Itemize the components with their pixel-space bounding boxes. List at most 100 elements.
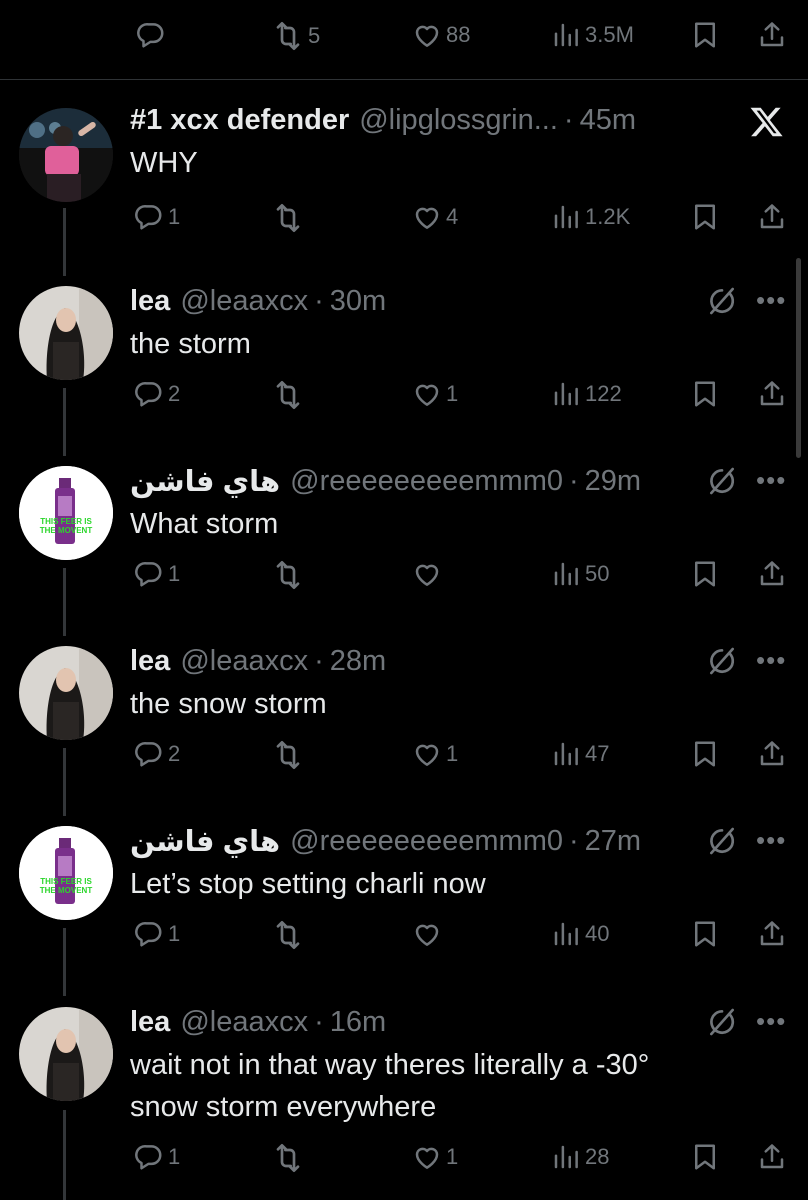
like-button[interactable]: 1 (412, 739, 458, 769)
display-name[interactable]: lea (130, 645, 170, 678)
views-button[interactable]: 50 (551, 559, 609, 589)
avatar[interactable] (19, 646, 113, 740)
timestamp[interactable]: 45m (580, 104, 636, 137)
like-count: 1 (446, 1144, 459, 1169)
views-button[interactable]: 3.5M (551, 20, 634, 50)
avatar[interactable] (19, 108, 113, 202)
more-options-button[interactable]: ••• (756, 465, 786, 496)
share-button[interactable] (757, 20, 787, 50)
views-count: 50 (585, 561, 610, 586)
bookmark-button[interactable] (690, 379, 720, 409)
retweet-button[interactable] (272, 739, 304, 771)
handle[interactable]: @lipglossgrin... (359, 104, 558, 137)
views-button[interactable]: 122 (551, 379, 622, 409)
more-options-button[interactable]: ••• (756, 645, 786, 676)
reply-button[interactable] (136, 20, 166, 50)
grok-icon[interactable] (706, 465, 738, 497)
tweet-header: هاي فاشن @reeeeeeeeemmm0 · 27m (130, 821, 641, 861)
x-logo-icon (749, 104, 785, 140)
tweet[interactable]: lea @leaaxcx · 16m wait not in that way … (0, 1002, 808, 1200)
views-count: 122 (585, 381, 622, 406)
bookmark-button[interactable] (690, 1142, 720, 1172)
tweet[interactable]: THIS FEER IS THE MOVENT هاي فاشن @reeeee… (0, 461, 808, 611)
tweet[interactable]: lea @leaaxcx · 30m the storm ••• 2 1 122 (0, 281, 808, 431)
handle[interactable]: @leaaxcx (180, 1006, 308, 1039)
timestamp[interactable]: 29m (585, 465, 641, 498)
tweet[interactable]: lea @leaaxcx · 28m the snow storm ••• 2 … (0, 641, 808, 791)
bookmark-button[interactable] (690, 20, 720, 50)
display-name[interactable]: هاي فاشن (130, 464, 280, 499)
share-icon (757, 20, 787, 50)
bookmark-button[interactable] (690, 202, 720, 232)
views-count: 40 (585, 921, 610, 946)
views-button[interactable]: 47 (551, 739, 609, 769)
share-button[interactable] (757, 379, 787, 409)
handle[interactable]: @reeeeeeeeemmm0 (290, 465, 563, 498)
more-options-button[interactable]: ••• (756, 1006, 786, 1037)
like-button[interactable]: 88 (412, 20, 470, 50)
grok-icon[interactable] (706, 825, 738, 857)
reply-button[interactable]: 2 (134, 379, 180, 409)
separator-dot: · (314, 284, 324, 317)
like-count: 1 (446, 381, 459, 406)
handle[interactable]: @reeeeeeeeemmm0 (290, 825, 563, 858)
retweet-button[interactable]: 5 (272, 20, 320, 52)
like-button[interactable] (412, 559, 442, 589)
display-name[interactable]: lea (130, 285, 170, 318)
bookmark-button[interactable] (690, 739, 720, 769)
reply-button[interactable]: 1 (134, 559, 180, 589)
more-options-button[interactable]: ••• (756, 825, 786, 856)
like-button[interactable]: 4 (412, 202, 458, 232)
bookmark-button[interactable] (690, 559, 720, 589)
retweet-button[interactable] (272, 379, 304, 411)
grok-icon[interactable] (706, 1006, 738, 1038)
more-options-button[interactable]: ••• (756, 285, 786, 316)
tweet[interactable]: THIS FEER IS THE MOVENT هاي فاشن @reeeee… (0, 821, 808, 971)
timestamp[interactable]: 30m (330, 285, 386, 318)
grok-icon[interactable] (706, 285, 738, 317)
previous-tweet-actions: 5 88 3.5M (0, 0, 808, 78)
reply-button[interactable]: 2 (134, 739, 180, 769)
views-button[interactable]: 1.2K (551, 202, 630, 232)
timestamp[interactable]: 16m (330, 1006, 386, 1039)
timestamp[interactable]: 28m (330, 645, 386, 678)
reply-button[interactable]: 1 (134, 1142, 180, 1172)
separator-dot: · (314, 1005, 324, 1038)
share-button[interactable] (757, 739, 787, 769)
grok-icon[interactable] (706, 645, 738, 677)
share-button[interactable] (757, 202, 787, 232)
views-button[interactable]: 28 (551, 1142, 609, 1172)
retweet-button[interactable] (272, 1142, 304, 1174)
retweet-icon (272, 559, 304, 591)
views-button[interactable]: 40 (551, 919, 609, 949)
retweet-button[interactable] (272, 559, 304, 591)
tweet-actions: 1 1 28 (0, 1142, 808, 1182)
handle[interactable]: @leaaxcx (180, 285, 308, 318)
tweet[interactable]: #1 xcx defender @lipglossgrin... · 45m W… (0, 100, 808, 250)
bookmark-button[interactable] (690, 919, 720, 949)
share-button[interactable] (757, 559, 787, 589)
like-button[interactable]: 1 (412, 1142, 458, 1172)
display-name[interactable]: #1 xcx defender (130, 104, 349, 137)
reply-button[interactable]: 1 (134, 919, 180, 949)
avatar[interactable]: THIS FEER IS THE MOVENT (19, 826, 113, 920)
like-button[interactable]: 1 (412, 379, 458, 409)
share-button[interactable] (757, 1142, 787, 1172)
retweet-button[interactable] (272, 919, 304, 951)
views-icon (551, 379, 581, 409)
avatar[interactable]: THIS FEER IS THE MOVENT (19, 466, 113, 560)
bookmark-icon (690, 739, 720, 769)
retweet-button[interactable] (272, 202, 304, 234)
display-name[interactable]: lea (130, 1006, 170, 1039)
timestamp[interactable]: 27m (585, 825, 641, 858)
bookmark-icon (690, 919, 720, 949)
reply-button[interactable]: 1 (134, 202, 180, 232)
share-button[interactable] (757, 919, 787, 949)
reply-icon (134, 739, 164, 769)
handle[interactable]: @leaaxcx (180, 645, 308, 678)
avatar[interactable] (19, 286, 113, 380)
display-name[interactable]: هاي فاشن (130, 824, 280, 859)
like-button[interactable] (412, 919, 442, 949)
avatar[interactable] (19, 1007, 113, 1101)
retweet-icon (272, 919, 304, 951)
